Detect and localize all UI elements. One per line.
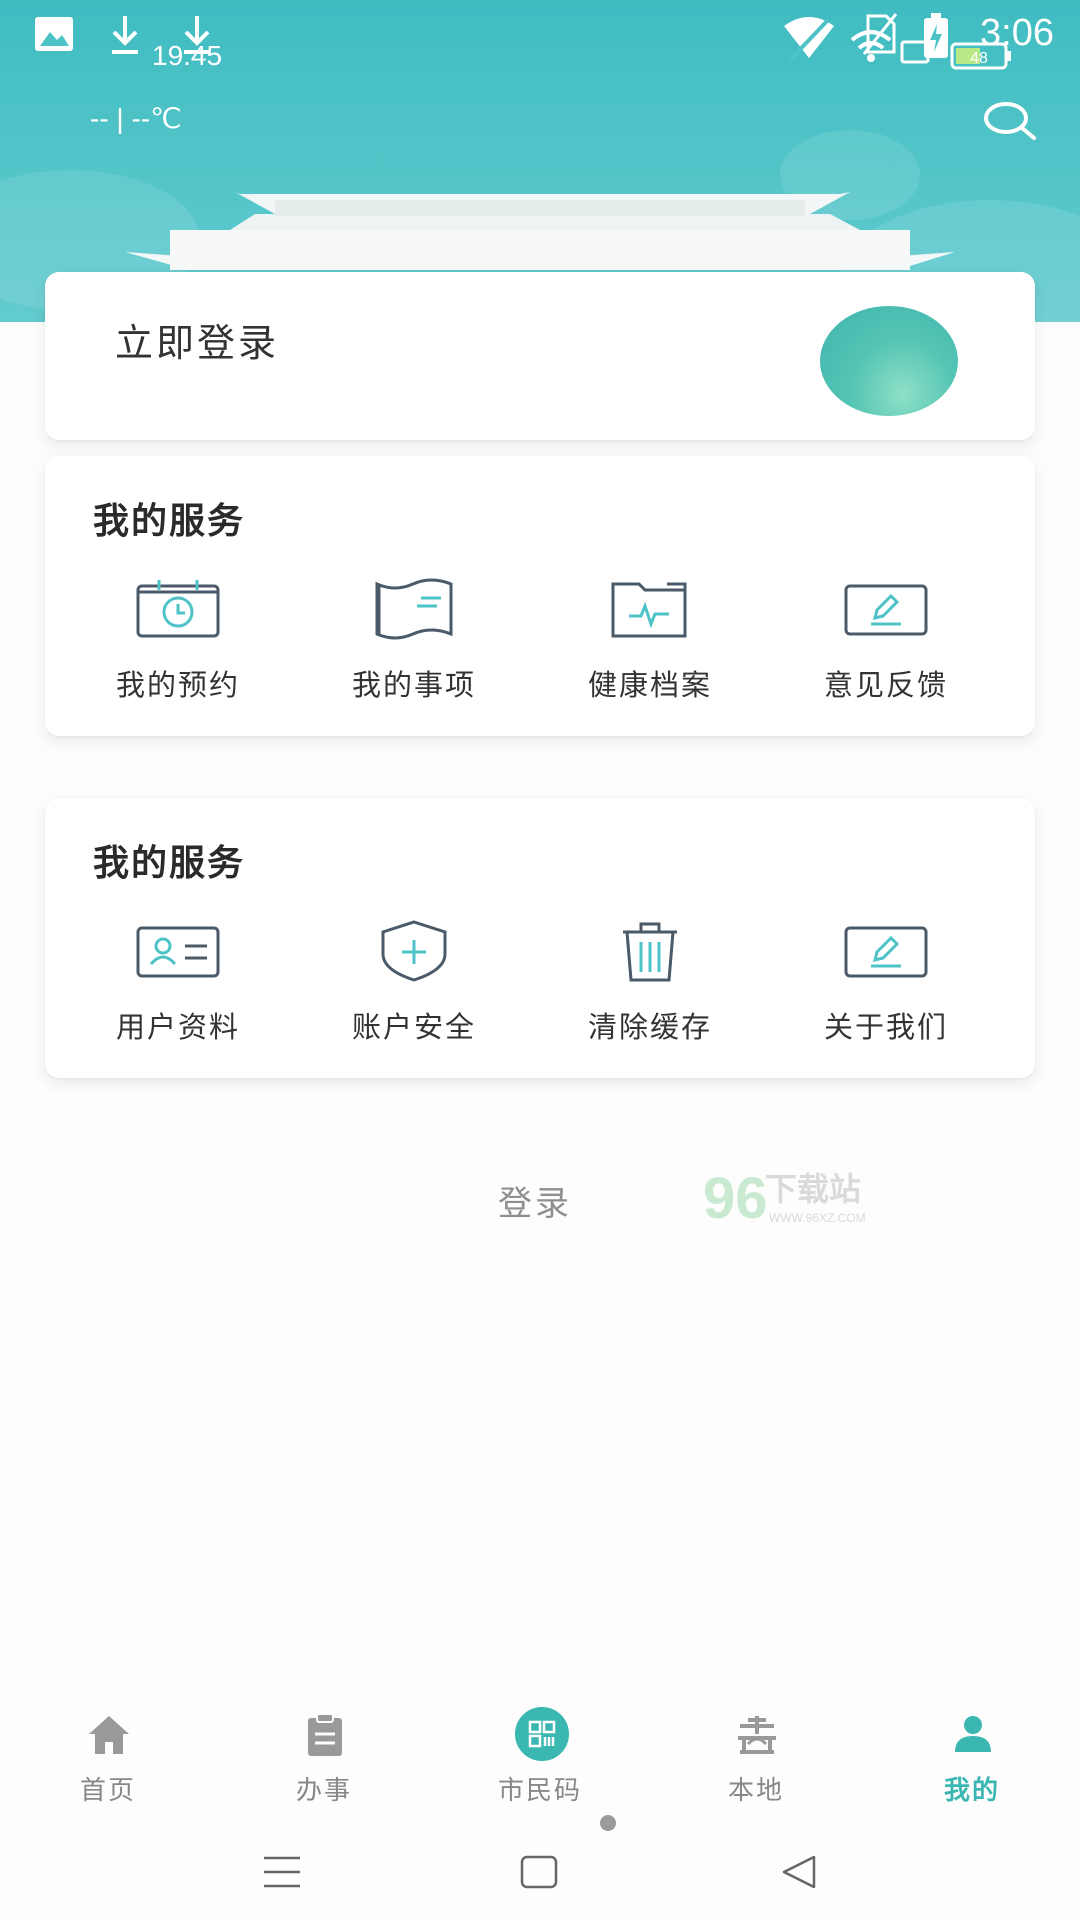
status-bar: 19:45 48 3:06 xyxy=(0,0,1080,78)
service-label: 关于我们 xyxy=(823,1010,948,1044)
system-navigation-bar xyxy=(0,1840,1080,1920)
card-title: 我的服务 xyxy=(93,501,246,542)
svg-text:下载站: 下载站 xyxy=(765,1170,861,1208)
service-label: 用户资料 xyxy=(115,1010,240,1044)
charging-icon xyxy=(924,13,948,58)
download-icon xyxy=(112,16,138,54)
login-card[interactable]: 立即登录 xyxy=(45,272,1035,440)
service-user-profile[interactable]: 用户资料 xyxy=(67,920,303,1060)
person-icon xyxy=(955,1716,991,1752)
service-label: 健康档案 xyxy=(587,668,712,702)
id-card-icon xyxy=(136,926,220,978)
page-indicator-dot xyxy=(600,1815,616,1831)
bottom-tab-bar: 首页 办事 市民码 本地 我的 xyxy=(0,1700,1080,1810)
book-icon xyxy=(375,578,453,640)
service-label: 我的事项 xyxy=(351,668,476,702)
tab-citizen-code[interactable]: 市民码 xyxy=(432,1700,648,1810)
menu-icon[interactable] xyxy=(262,1854,302,1890)
tab-local[interactable]: 本地 xyxy=(648,1700,864,1810)
health-folder-icon xyxy=(611,582,687,638)
service-account-security[interactable]: 账户安全 xyxy=(303,920,539,1060)
tab-label: 我的 xyxy=(943,1776,1000,1806)
login-link[interactable]: 登录 xyxy=(498,1176,572,1225)
service-label: 清除缓存 xyxy=(587,1010,712,1044)
site-watermark-logo: 96 下载站 WWW.96XZ.COM xyxy=(703,1166,866,1231)
my-services-card: 我的服务 我的预约 我的事项 健康档案 意见反馈 xyxy=(45,456,1035,736)
service-about-us[interactable]: 关于我们 xyxy=(775,920,1011,1060)
my-services-card: 我的服务 用户资料 账户安全 清除缓存 关于我们 xyxy=(45,798,1035,1078)
tab-mine[interactable]: 我的 xyxy=(864,1700,1080,1810)
service-my-appointments[interactable]: 我的预约 xyxy=(67,578,303,718)
search-icon[interactable] xyxy=(982,96,1038,146)
tab-label: 市民码 xyxy=(497,1776,582,1806)
clock: 3:06 xyxy=(980,12,1054,54)
service-clear-cache[interactable]: 清除缓存 xyxy=(539,920,775,1060)
service-health-records[interactable]: 健康档案 xyxy=(539,578,775,718)
tab-label: 本地 xyxy=(727,1776,784,1806)
service-grid: 用户资料 账户安全 清除缓存 关于我们 xyxy=(45,920,1035,1060)
card-title: 我的服务 xyxy=(93,843,246,884)
service-label: 我的预约 xyxy=(115,668,240,702)
service-label: 账户安全 xyxy=(351,1010,476,1044)
service-my-items[interactable]: 我的事项 xyxy=(303,578,539,718)
feedback-edit-icon xyxy=(844,584,928,636)
trash-icon xyxy=(623,922,677,982)
weather-display: -- | --℃ xyxy=(90,103,182,134)
svg-text:96: 96 xyxy=(703,1166,768,1231)
qr-code-icon xyxy=(515,1707,569,1761)
avatar[interactable] xyxy=(820,306,958,416)
service-grid: 我的预约 我的事项 健康档案 意见反馈 xyxy=(45,578,1035,718)
back-icon[interactable] xyxy=(780,1854,818,1890)
svg-text:WWW.96XZ.COM: WWW.96XZ.COM xyxy=(769,1211,866,1225)
tab-label: 首页 xyxy=(79,1776,136,1806)
tab-home[interactable]: 首页 xyxy=(0,1700,216,1810)
about-edit-icon xyxy=(844,926,928,978)
home-square-icon[interactable] xyxy=(520,1854,558,1890)
no-sim-icon xyxy=(862,13,898,55)
wifi-off-icon xyxy=(784,17,834,62)
calendar-clock-icon xyxy=(136,580,220,638)
gallery-icon xyxy=(35,17,73,51)
tab-affairs[interactable]: 办事 xyxy=(216,1700,432,1810)
tab-label: 办事 xyxy=(295,1776,352,1806)
shield-plus-icon xyxy=(381,920,447,982)
download-time: 19:45 xyxy=(152,40,223,71)
clipboard-icon xyxy=(308,1713,342,1756)
service-feedback[interactable]: 意见反馈 xyxy=(775,578,1011,718)
service-label: 意见反馈 xyxy=(823,668,948,702)
login-now-label[interactable]: 立即登录 xyxy=(115,312,279,367)
home-icon xyxy=(89,1716,129,1754)
local-landmark-icon xyxy=(738,1716,776,1754)
